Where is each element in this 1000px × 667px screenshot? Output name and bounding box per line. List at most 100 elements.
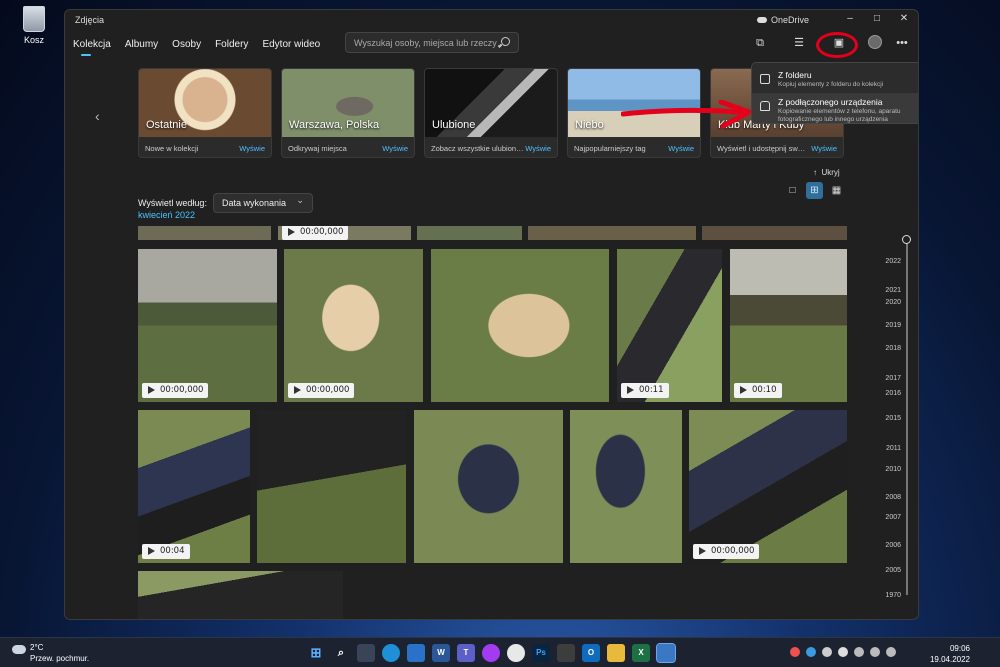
word-icon[interactable]: W bbox=[432, 644, 450, 662]
search-icon[interactable] bbox=[501, 37, 510, 46]
hero-card-ostatnie[interactable]: Ostatnie Nowe w kolekcji Wyświe bbox=[138, 68, 272, 158]
close-button[interactable]: ✕ bbox=[897, 13, 911, 27]
photo-tile[interactable] bbox=[414, 410, 563, 563]
hero-card-warszawa[interactable]: Warszawa, Polska Odkrywaj miejsca Wyświe bbox=[281, 68, 415, 158]
recycle-bin[interactable]: Kosz bbox=[14, 6, 54, 45]
photos-icon[interactable] bbox=[656, 643, 676, 663]
telegram-tray-icon[interactable] bbox=[806, 647, 816, 657]
video-duration-badge: 00:10 bbox=[734, 383, 782, 398]
timeline-year[interactable]: 2017 bbox=[885, 375, 901, 382]
tab-osoby[interactable]: Osoby bbox=[172, 39, 201, 54]
timeline-year[interactable]: 2015 bbox=[885, 415, 901, 422]
photo-tile[interactable] bbox=[528, 226, 696, 240]
chevron-left-icon[interactable]: ‹ bbox=[95, 108, 100, 124]
onedrive-status[interactable]: OneDrive bbox=[757, 15, 809, 25]
messenger-icon[interactable] bbox=[482, 644, 500, 662]
hero-card-ulubione[interactable]: Ulubione Zobacz wszystkie ulubion… Wyświe bbox=[424, 68, 558, 158]
view-large-icon[interactable]: ▦ bbox=[828, 182, 845, 199]
tab-albumy[interactable]: Albumy bbox=[125, 39, 158, 54]
timeline-year[interactable]: 2020 bbox=[885, 299, 901, 306]
menu-item-from-folder[interactable]: Z folderu Kopiuj elementy z folderu do k… bbox=[752, 66, 918, 94]
photo-tile[interactable] bbox=[702, 226, 847, 240]
slack-icon[interactable] bbox=[507, 644, 525, 662]
timeline-year[interactable]: 2007 bbox=[885, 514, 901, 521]
hide-button[interactable]: ↑ Ukryj bbox=[813, 168, 840, 177]
hide-label: Ukryj bbox=[821, 168, 840, 177]
network-icon[interactable] bbox=[854, 647, 864, 657]
timeline-year[interactable]: 1970 bbox=[885, 592, 901, 599]
more-icon[interactable]: ••• bbox=[895, 36, 909, 50]
timeline-year[interactable]: 2006 bbox=[885, 542, 901, 549]
excel-icon[interactable]: X bbox=[632, 644, 650, 662]
video-duration-badge: 00:00,000 bbox=[693, 544, 760, 559]
timeline-year[interactable]: 2019 bbox=[885, 322, 901, 329]
hero-card-link[interactable]: Wyświe bbox=[525, 144, 551, 153]
photo-tile[interactable]: 00:11 bbox=[617, 249, 722, 402]
chrome-tray-icon[interactable] bbox=[790, 647, 800, 657]
photo-tile[interactable] bbox=[257, 410, 406, 563]
photo-tile[interactable]: 00:00,000 bbox=[278, 226, 411, 240]
phone-link-icon[interactable] bbox=[557, 644, 575, 662]
photo-tile[interactable] bbox=[431, 249, 609, 402]
view-small-icon[interactable]: □ bbox=[784, 182, 801, 199]
video-duration-badge: 00:00,000 bbox=[288, 383, 355, 398]
timeline-year[interactable]: 2018 bbox=[885, 345, 901, 352]
photo-tile[interactable] bbox=[417, 226, 522, 240]
photo-tile[interactable]: 00:10 bbox=[730, 249, 847, 402]
photo-tile[interactable]: 00:00,000 bbox=[138, 249, 277, 402]
timeline-year[interactable]: 2016 bbox=[885, 390, 901, 397]
windows-icon[interactable]: ⊞ bbox=[307, 644, 325, 662]
timeline-year[interactable]: 2011 bbox=[886, 445, 901, 452]
hero-card-link[interactable]: Wyświe bbox=[382, 144, 408, 153]
search-input[interactable]: Wyszukaj osoby, miejsca lub rzeczy… bbox=[345, 32, 519, 53]
hero-card-caption: Zobacz wszystkie ulubion… bbox=[431, 144, 524, 153]
video-duration-badge: 00:04 bbox=[142, 544, 190, 559]
photo-tile[interactable]: 00:04 bbox=[138, 410, 250, 563]
view-medium-icon[interactable]: ⊞ bbox=[806, 182, 823, 199]
clock[interactable]: 09:06 19.04.2022 bbox=[930, 643, 970, 665]
mail-icon[interactable] bbox=[407, 644, 425, 662]
slideshow-icon[interactable]: ⧉ bbox=[753, 36, 767, 50]
timeline-year[interactable]: 2005 bbox=[885, 567, 901, 574]
tab-kolekcja[interactable]: Kolekcja bbox=[73, 39, 111, 56]
edge-icon[interactable] bbox=[382, 644, 400, 662]
timeline-year[interactable]: 2022 bbox=[885, 258, 901, 265]
teams-icon[interactable]: T bbox=[457, 644, 475, 662]
select-icon[interactable]: ☰ bbox=[792, 36, 806, 50]
tab-edytor-wideo[interactable]: Edytor wideo bbox=[262, 39, 320, 54]
photo-tile[interactable] bbox=[138, 571, 343, 619]
hero-card-link[interactable]: Wyświe bbox=[668, 144, 694, 153]
battery-icon[interactable] bbox=[886, 647, 896, 657]
menu-item-title: Z folderu bbox=[778, 70, 812, 80]
minimize-button[interactable]: – bbox=[843, 13, 857, 27]
tab-foldery[interactable]: Foldery bbox=[215, 39, 248, 54]
view-by-dropdown[interactable]: Data wykonania bbox=[212, 193, 313, 213]
dropbox-tray-icon[interactable] bbox=[838, 647, 848, 657]
photoshop-icon[interactable]: Ps bbox=[532, 644, 550, 662]
system-tray bbox=[790, 647, 896, 657]
photo-tile[interactable]: 00:00,000 bbox=[689, 410, 847, 563]
taskview-icon[interactable] bbox=[357, 644, 375, 662]
photo-tile[interactable]: 00:00,000 bbox=[284, 249, 423, 402]
maximize-button[interactable]: □ bbox=[870, 13, 884, 27]
menu-item-from-device[interactable]: Z podłączonego urządzenia Kopiowanie ele… bbox=[752, 93, 918, 123]
photos-window: Zdjęcia OneDrive – □ ✕ Kolekcja Albumy O… bbox=[64, 9, 919, 620]
outlook-icon[interactable]: O bbox=[582, 644, 600, 662]
date-timeline[interactable]: 2022 2021 2020 2019 2018 2017 2016 2015 … bbox=[877, 235, 917, 605]
volume-icon[interactable] bbox=[870, 647, 880, 657]
search-icon[interactable]: ⌕ bbox=[332, 644, 350, 662]
red-arrow-annotation bbox=[621, 100, 752, 129]
photo-tile[interactable] bbox=[138, 226, 271, 240]
timeline-year[interactable]: 2021 bbox=[885, 287, 901, 294]
timeline-year[interactable]: 2010 bbox=[885, 466, 901, 473]
timeline-knob[interactable] bbox=[902, 235, 911, 244]
recycle-bin-label: Kosz bbox=[23, 35, 44, 45]
hero-card-link[interactable]: Wyświe bbox=[239, 144, 265, 153]
hero-card-link[interactable]: Wyświe bbox=[811, 144, 837, 153]
timeline-year[interactable]: 2008 bbox=[885, 494, 901, 501]
photo-tile[interactable] bbox=[570, 410, 682, 563]
weather-widget[interactable]: 2°C Przew. pochmur. bbox=[12, 642, 89, 664]
account-icon[interactable] bbox=[868, 35, 882, 49]
onedrive-tray-icon[interactable] bbox=[822, 647, 832, 657]
explorer-icon[interactable] bbox=[607, 644, 625, 662]
